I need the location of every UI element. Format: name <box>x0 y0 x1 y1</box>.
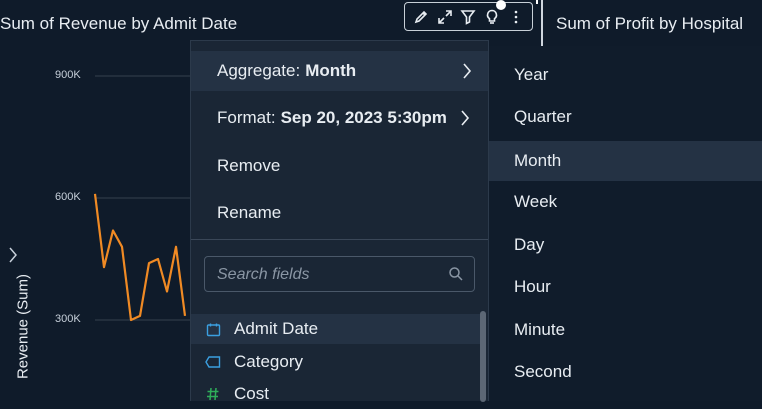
chevron-right-icon <box>460 110 470 131</box>
search-input[interactable] <box>215 257 439 293</box>
search-icon[interactable] <box>448 266 464 287</box>
menu-divider <box>191 239 488 240</box>
expand-icon[interactable] <box>435 7 455 27</box>
insight-badge <box>496 0 506 10</box>
field-context-menu: Aggregate: Month Format: Sep 20, 2023 5:30… <box>190 40 489 403</box>
menu-item-label: Aggregate: <box>217 61 301 80</box>
y-axis-label: Revenue (Sum) <box>14 273 32 380</box>
hash-icon <box>205 386 221 402</box>
calendar-icon <box>205 321 221 337</box>
chevron-right-icon[interactable] <box>7 246 19 269</box>
submenu-item-week[interactable]: Week <box>489 182 762 222</box>
revenue-series-line <box>93 193 187 322</box>
visual-divider <box>541 0 543 46</box>
submenu-item-hour[interactable]: Hour <box>489 267 762 307</box>
field-item-category[interactable]: Category <box>191 347 481 377</box>
visual-toolbar <box>404 2 533 31</box>
tag-icon <box>205 354 221 370</box>
menu-item-label: Rename <box>217 203 282 222</box>
submenu-item-month[interactable]: Month <box>489 141 762 181</box>
menu-item-remove[interactable]: Remove <box>191 146 488 186</box>
field-label: Category <box>234 352 303 371</box>
filter-icon[interactable] <box>458 7 478 27</box>
divider-tick <box>536 0 538 4</box>
field-label: Cost <box>234 384 269 403</box>
submenu-item-minute[interactable]: Minute <box>489 310 762 350</box>
menu-item-value: Month <box>305 61 357 80</box>
more-vertical-icon[interactable] <box>506 7 526 27</box>
menu-item-label: Remove <box>217 156 281 175</box>
submenu-item-day[interactable]: Day <box>489 225 762 265</box>
pencil-icon[interactable] <box>411 7 431 27</box>
submenu-item-year[interactable]: Year <box>489 55 762 95</box>
adjacent-chart-title: Sum of Profit by Hospital <box>556 14 744 33</box>
aggregate-submenu: Year Quarter Month Week Day Hour Minute … <box>489 46 762 401</box>
search-field-box <box>204 256 475 293</box>
menu-item-aggregate[interactable]: Aggregate: Month <box>191 51 488 91</box>
y-tick-label: 300K <box>55 313 81 325</box>
chevron-right-icon <box>462 63 472 84</box>
field-item-cost[interactable]: Cost <box>191 379 481 409</box>
y-tick-label: 600K <box>55 191 81 203</box>
menu-item-value: Sep 20, 2023 5:30pm <box>280 108 447 127</box>
menu-item-label: Format: <box>217 108 276 127</box>
field-label: Admit Date <box>234 319 319 338</box>
y-tick-label: 900K <box>55 69 81 81</box>
submenu-item-second[interactable]: Second <box>489 352 762 392</box>
chart-title: Sum of Revenue by Admit Date <box>0 14 238 33</box>
submenu-item-quarter[interactable]: Quarter <box>489 97 762 137</box>
menu-item-rename[interactable]: Rename <box>191 193 488 233</box>
field-item-admit-date[interactable]: Admit Date <box>191 314 481 344</box>
menu-item-format[interactable]: Format: Sep 20, 2023 5:30pm <box>191 98 488 138</box>
field-list-scrollbar[interactable] <box>480 311 486 402</box>
